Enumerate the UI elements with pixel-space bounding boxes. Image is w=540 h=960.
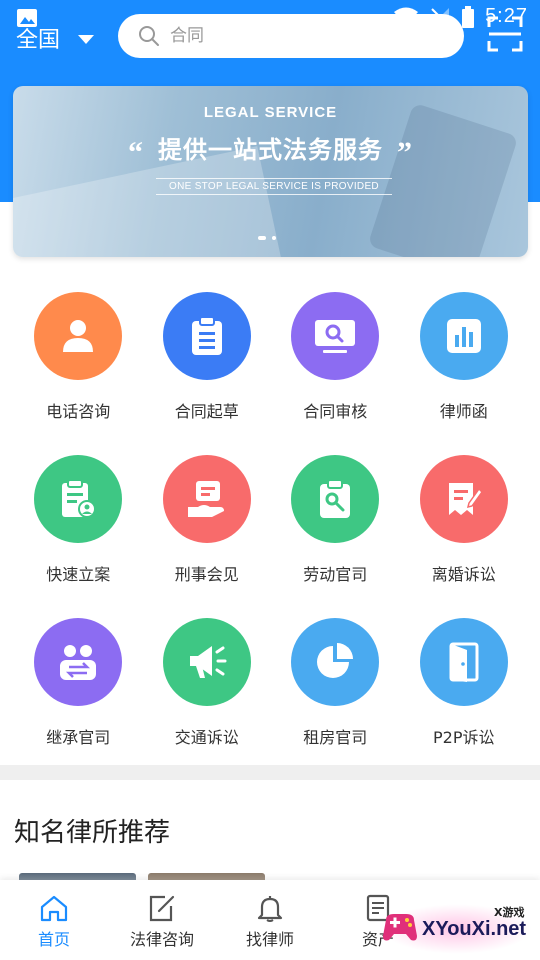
banner-title-cn: “ 提供一站式法务服务 ” — [13, 130, 528, 170]
service-rental-dispute[interactable]: 租房官司 — [271, 618, 400, 748]
nav-label: 找律师 — [245, 930, 294, 949]
service-label: P2P诉讼 — [433, 728, 495, 747]
carousel-dot[interactable] — [272, 236, 276, 240]
monitor-search-icon — [315, 320, 356, 353]
service-label: 刑事会见 — [174, 565, 239, 584]
watermark-small-text: X游戏 — [494, 906, 525, 919]
service-icon-bg — [34, 292, 123, 380]
service-contract-review[interactable]: 合同审核 — [271, 292, 400, 422]
banner-headline: 提供一站式法务服务 — [158, 136, 383, 164]
service-label: 律师函 — [439, 402, 488, 421]
service-label: 合同起草 — [174, 402, 239, 421]
scan-icon[interactable] — [487, 16, 523, 52]
chevron-down-icon — [78, 34, 95, 44]
search-input[interactable] — [168, 25, 432, 47]
watermark: XYouXi.net X游戏 — [372, 898, 532, 954]
service-label: 离婚诉讼 — [431, 565, 496, 584]
search-icon — [139, 26, 159, 46]
promo-banner[interactable]: LEGAL SERVICE “ 提供一站式法务服务 ” ONE STOP LEGAL… — [13, 86, 528, 257]
section-title: 知名律所推荐 — [14, 818, 171, 848]
watermark-text: XYouXi.net — [422, 918, 527, 940]
region-selector[interactable]: 全国 — [16, 22, 95, 54]
service-icon-bg — [419, 292, 508, 380]
service-divorce[interactable]: 离婚诉讼 — [400, 455, 529, 585]
service-traffic-litigation[interactable]: 交通诉讼 — [143, 618, 272, 748]
service-criminal-visit[interactable]: 刑事会见 — [143, 455, 272, 585]
service-label: 合同审核 — [303, 402, 368, 421]
close-quote: ” — [397, 136, 413, 169]
service-label: 交通诉讼 — [174, 728, 239, 747]
open-quote: “ — [128, 136, 144, 169]
section-divider — [0, 765, 540, 780]
hand-card-icon — [187, 481, 224, 517]
service-label: 劳动官司 — [303, 565, 368, 584]
service-phone-consult[interactable]: 电话咨询 — [14, 292, 143, 422]
home-icon — [40, 895, 68, 922]
service-label: 电话咨询 — [46, 402, 111, 421]
service-label: 继承官司 — [46, 728, 111, 747]
service-icon-bg — [291, 292, 380, 380]
service-icon-bg — [162, 292, 251, 380]
door-icon — [449, 642, 479, 682]
service-contract-draft[interactable]: 合同起草 — [143, 292, 272, 422]
clipboard-icon — [191, 316, 222, 355]
banner-title-en: LEGAL SERVICE — [203, 104, 338, 121]
service-icon-bg — [34, 455, 123, 543]
carousel-indicator[interactable] — [258, 236, 276, 240]
gamepad-logo-icon — [383, 914, 417, 941]
bar-chart-icon — [446, 319, 481, 353]
pie-chart-icon — [317, 643, 354, 678]
service-label: 租房官司 — [303, 728, 368, 747]
service-icon-bg — [419, 455, 508, 543]
nav-find-lawyer[interactable]: 找律师 — [220, 894, 320, 950]
region-label: 全国 — [16, 28, 61, 53]
case-file-icon — [62, 479, 97, 518]
person-icon — [63, 320, 94, 352]
service-grid: 电话咨询 合同起草 合同审核 律师函 快速立案 刑事会见 劳动官司 离婚诉讼 继… — [14, 292, 528, 748]
service-inheritance[interactable]: 继承官司 — [14, 618, 143, 748]
service-icon-bg — [291, 455, 380, 543]
service-label: 快速立案 — [46, 565, 111, 584]
nav-label: 法律咨询 — [129, 930, 194, 949]
service-icon-bg — [34, 618, 123, 706]
service-p2p-litigation[interactable]: P2P诉讼 — [400, 618, 529, 748]
nav-legal-consult[interactable]: 法律咨询 — [112, 894, 212, 950]
document-pen-icon — [448, 483, 483, 515]
service-lawyer-letter[interactable]: 律师函 — [400, 292, 529, 422]
nav-home[interactable]: 首页 — [4, 894, 104, 950]
search-bar[interactable] — [118, 14, 464, 58]
service-icon-bg — [162, 618, 251, 706]
service-icon-bg — [291, 618, 380, 706]
service-icon-bg — [162, 455, 251, 543]
nav-label: 首页 — [37, 930, 70, 949]
bell-icon — [257, 896, 283, 922]
people-exchange-icon — [60, 645, 97, 680]
banner-subtitle: ONE STOP LEGAL SERVICE IS PROVIDED — [156, 178, 392, 195]
edit-icon — [149, 895, 175, 922]
megaphone-icon — [189, 646, 227, 678]
service-icon-bg — [419, 618, 508, 706]
clipboard-tool-icon — [320, 479, 351, 518]
service-quick-filing[interactable]: 快速立案 — [14, 455, 143, 585]
battery-icon — [462, 5, 475, 28]
service-labor-dispute[interactable]: 劳动官司 — [271, 455, 400, 585]
carousel-dot-active[interactable] — [258, 236, 266, 240]
